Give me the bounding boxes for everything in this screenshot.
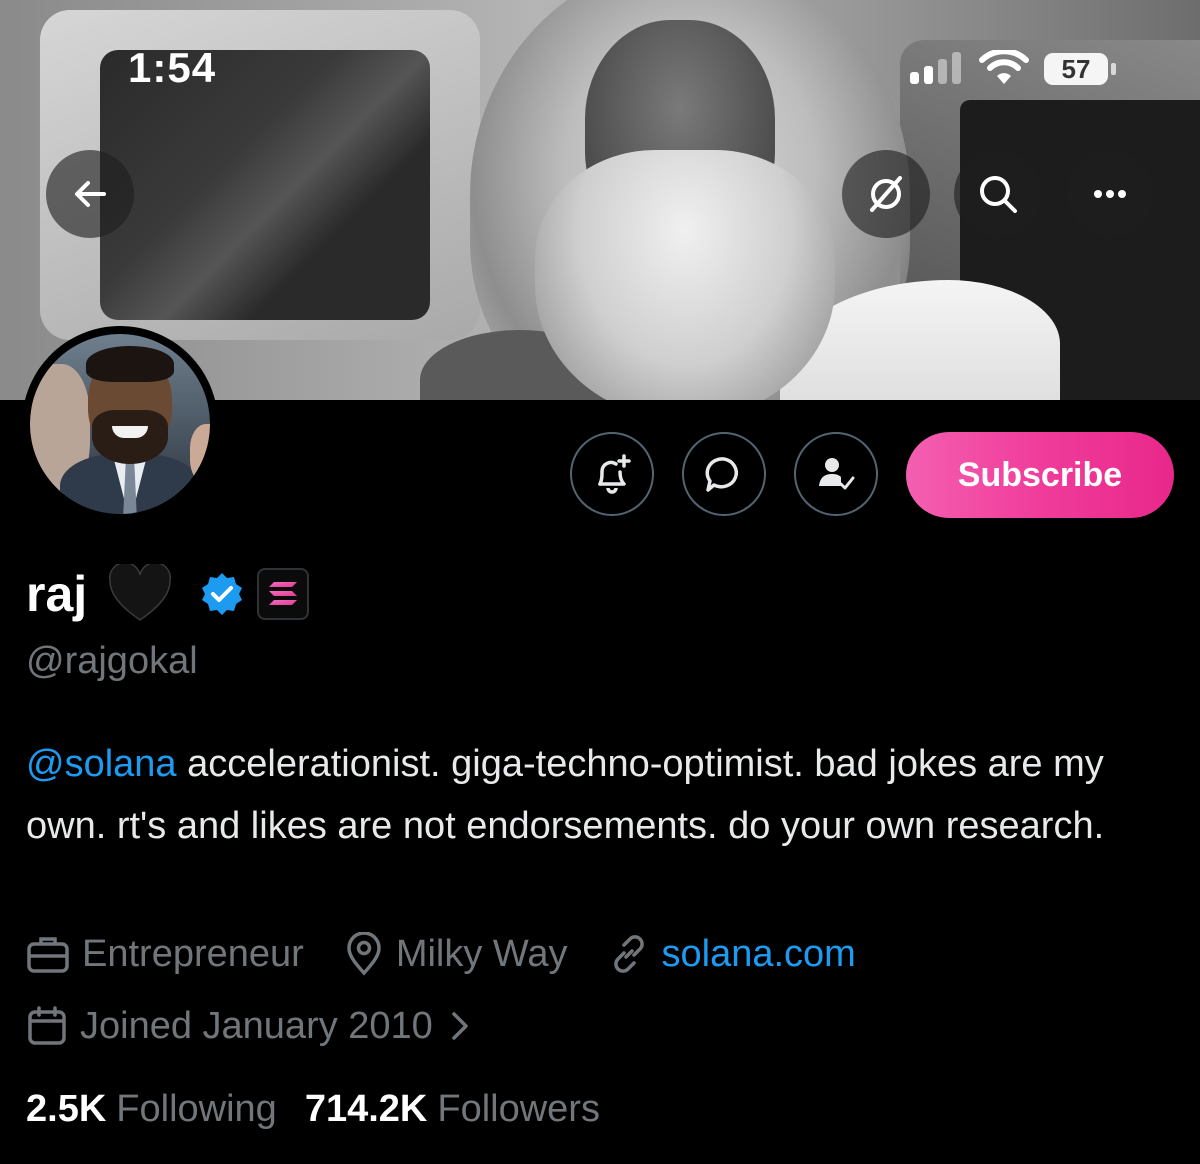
grok-button[interactable] bbox=[842, 150, 930, 238]
status-time: 1:54 bbox=[128, 44, 217, 91]
grok-icon bbox=[870, 176, 902, 212]
signal-icon bbox=[910, 52, 964, 84]
status-bar: 1:54 57 bbox=[0, 0, 1200, 100]
battery-nub bbox=[1111, 63, 1116, 75]
chat-bubble-icon bbox=[705, 457, 739, 492]
occupation-text: Entrepreneur bbox=[82, 932, 304, 975]
website-link[interactable]: solana.com bbox=[662, 933, 856, 976]
verified-badge-icon[interactable] bbox=[199, 571, 245, 617]
banner-beard bbox=[535, 150, 835, 400]
subscribe-button[interactable]: Subscribe bbox=[906, 432, 1174, 518]
back-arrow-icon bbox=[75, 181, 106, 207]
more-button[interactable] bbox=[1066, 150, 1154, 238]
bio-mention-link[interactable]: @solana bbox=[26, 743, 177, 785]
bio-text: accelerationist. giga-techno-optimist. b… bbox=[26, 743, 1105, 847]
joined-row[interactable]: Joined January 2010 bbox=[26, 1000, 481, 1052]
following-count: 2.5K bbox=[26, 1087, 107, 1130]
briefcase-icon bbox=[27, 937, 69, 973]
profile-bio: @solana accelerationist. giga-techno-opt… bbox=[26, 733, 1176, 857]
followers-label: Followers bbox=[437, 1087, 600, 1130]
display-name: raj bbox=[26, 566, 88, 622]
person-check-icon bbox=[819, 458, 855, 490]
avatar-image bbox=[30, 334, 210, 514]
battery-icon: 57 bbox=[1044, 53, 1108, 85]
following-button[interactable] bbox=[794, 432, 878, 516]
location-text: Milky Way bbox=[395, 932, 568, 975]
joined-text: Joined January 2010 bbox=[80, 1004, 433, 1047]
profile-handle: @rajgokal bbox=[26, 640, 198, 682]
message-button[interactable] bbox=[682, 432, 766, 516]
search-icon bbox=[980, 176, 1017, 213]
solana-logo-icon bbox=[269, 582, 298, 605]
followers-stat[interactable]: 714.2K Followers bbox=[305, 1088, 628, 1131]
avatar[interactable] bbox=[22, 326, 218, 522]
occupation-item: Entrepreneur bbox=[26, 933, 304, 976]
bell-plus-icon bbox=[598, 454, 631, 494]
location-item: Milky Way bbox=[344, 932, 568, 976]
black-heart-emoji-icon bbox=[109, 564, 172, 621]
wifi-icon bbox=[979, 50, 1029, 84]
profile-meta-row: Entrepreneur Milky Way solana.com bbox=[26, 928, 896, 980]
affiliation-badge[interactable] bbox=[257, 568, 310, 620]
profile-name-row: raj bbox=[26, 562, 310, 626]
following-label: Following bbox=[116, 1087, 277, 1130]
chevron-right-icon bbox=[452, 1012, 468, 1040]
link-icon bbox=[613, 935, 644, 973]
followers-count: 714.2K bbox=[304, 1087, 428, 1130]
search-button[interactable] bbox=[954, 150, 1042, 238]
calendar-icon bbox=[28, 1006, 66, 1045]
follow-stats-row: 2.5K Following 714.2K Followers bbox=[26, 1083, 628, 1135]
location-pin-icon bbox=[347, 932, 381, 976]
more-icon bbox=[1094, 190, 1126, 198]
notifications-button[interactable] bbox=[570, 432, 654, 516]
back-button[interactable] bbox=[46, 150, 134, 238]
website-item[interactable]: solana.com bbox=[608, 933, 856, 976]
following-stat[interactable]: 2.5K Following bbox=[26, 1088, 305, 1131]
